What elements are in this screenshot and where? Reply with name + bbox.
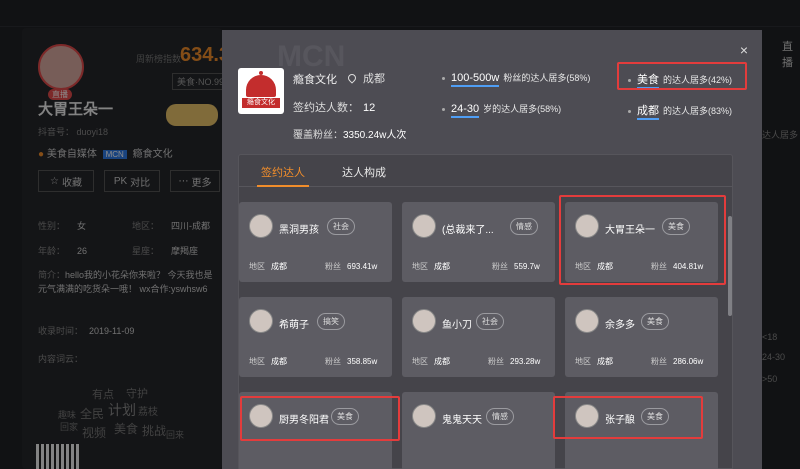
region-info: 地区 成都 [575,356,613,367]
talent-name: 鱼小刀 [442,320,472,331]
region-info: 地区 成都 [412,356,450,367]
category-tag: 搞笑 [317,313,345,330]
fans-label: 粉丝 [488,357,504,366]
talent-card[interactable]: 鱼小刀 社会 地区 成都 粉丝 293.28w [402,297,555,377]
talent-name: 黑洞男孩 [279,225,319,236]
mcn-logo: 瘾食文化 [238,68,284,114]
region-label: 地区 [412,357,428,366]
highlight-box [617,62,747,90]
talent-name: 希萌子 [279,320,309,331]
avatar [575,309,599,333]
fans-value: 693.41w [347,262,378,271]
talent-card[interactable]: (总裁来了... 情感 地区 成都 粉丝 559.7w [402,202,555,282]
category-tag: 情感 [486,408,514,425]
org-location-text: 成都 [363,73,385,85]
tab-signed-talents[interactable]: 签约达人 [257,164,309,187]
talent-card[interactable]: 余多多 美食 地区 成都 粉丝 286.06w [565,297,718,377]
watermark: MCN [277,40,346,73]
stat-text: 的达人居多(83%) [663,106,733,116]
fans-info: 粉丝 358.85w [325,356,377,367]
cover-label: 覆盖粉丝： [293,130,343,141]
fans-info: 粉丝 693.41w [325,261,377,272]
logo-text: 瘾食文化 [242,98,280,108]
stat-text: 粉丝的达人居多(58%) [503,73,591,83]
region-label: 地区 [249,357,265,366]
region-value: 成都 [271,357,287,366]
cover-value: 3350.24w人次 [343,130,407,141]
fans-label: 粉丝 [325,262,341,271]
panel-tabs: 签约达人 达人构成 [239,155,732,187]
talent-card[interactable]: 黑洞男孩 社会 地区 成都 粉丝 693.41w [239,202,392,282]
fans-value: 358.85w [347,357,378,366]
cover-row: 覆盖粉丝：3350.24w人次 [293,126,406,141]
region-value: 成都 [271,262,287,271]
fans-label: 粉丝 [492,262,508,271]
talent-name: (总裁来了... [442,225,494,236]
scrollbar[interactable] [728,216,732,316]
close-icon[interactable]: × [740,42,748,58]
region-value: 成都 [597,357,613,366]
avatar [412,404,436,428]
stat-fans: 100-500w 粉丝的达人居多(58%) [442,71,591,87]
talent-card[interactable]: 希萌子 搞笑 地区 成都 粉丝 358.85w [239,297,392,377]
avatar [249,309,273,333]
fans-label: 粉丝 [325,357,341,366]
location-pin-icon [346,72,358,84]
signed-count: 12 [363,102,376,114]
fans-value: 293.28w [510,357,541,366]
highlight-box [553,396,703,439]
fans-label: 粉丝 [651,357,667,366]
stat-highlight: 100-500w [451,72,500,87]
category-tag: 情感 [510,218,538,235]
bullet-icon [442,77,445,81]
org-name: 瘾食文化 [293,74,337,86]
stat-highlight: 24-30 [451,103,480,118]
region-label: 地区 [412,262,428,271]
category-tag: 社会 [476,313,504,330]
region-info: 地区 成都 [249,356,287,367]
fans-info: 粉丝 559.7w [492,261,540,272]
region-label: 地区 [575,357,591,366]
fans-info: 粉丝 286.06w [651,356,703,367]
stat-highlight: 成都 [637,105,659,120]
bullet-icon [442,108,445,112]
fans-value: 286.06w [673,357,704,366]
fans-value: 559.7w [514,262,540,271]
stat-age: 24-30 岁的达人居多(58%) [442,102,562,118]
talent-name: 鬼鬼天天 [442,415,482,426]
avatar [249,214,273,238]
region-label: 地区 [249,262,265,271]
region-info: 地区 成都 [249,261,287,272]
org-location: 成都 [346,70,385,86]
region-info: 地区 成都 [412,261,450,272]
highlight-box [240,396,400,441]
stat-text: 岁的达人居多(58%) [483,104,562,114]
signed-label: 签约达人数： [293,102,359,114]
highlight-box [559,195,726,285]
fans-info: 粉丝 293.28w [488,356,540,367]
signed-count-row: 签约达人数： 12 [293,99,375,115]
category-tag: 社会 [327,218,355,235]
stat-region: 成都 的达人居多(83%) [628,102,733,120]
avatar [412,214,436,238]
mcn-modal: MCN × 瘾食文化 瘾食文化 成都 签约达人数： 12 覆盖粉丝：3350.24… [222,30,762,469]
avatar [412,309,436,333]
cloche-icon [246,71,276,97]
region-value: 成都 [434,262,450,271]
talent-card[interactable]: 鬼鬼天天 情感 [402,392,555,469]
category-tag: 美食 [641,313,669,330]
page: 直播 周新榜指数 634.3 美食·NO.999 大胃王朵一 抖音号： duoy… [0,0,800,469]
tab-talent-composition[interactable]: 达人构成 [342,164,386,180]
region-value: 成都 [434,357,450,366]
talent-name: 余多多 [605,320,635,331]
bullet-icon [628,110,631,114]
